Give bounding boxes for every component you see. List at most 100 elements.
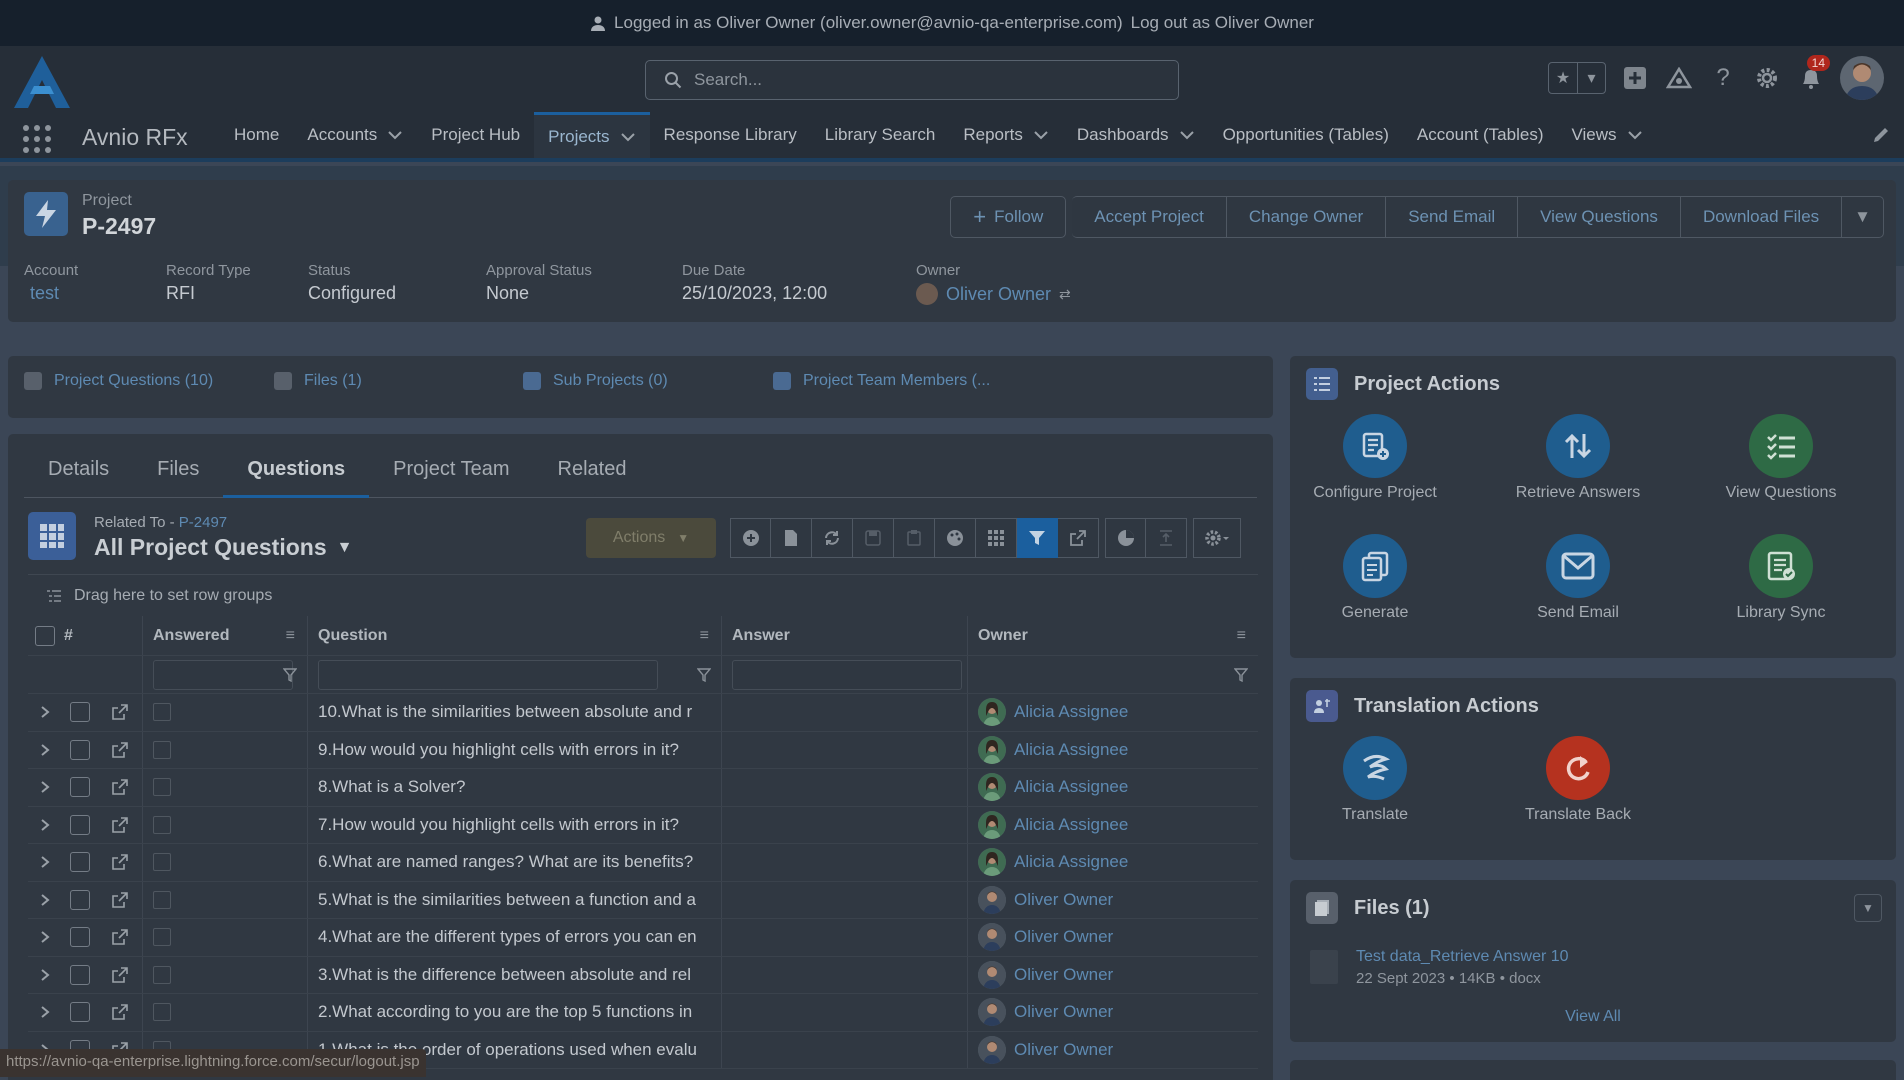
translate-icon[interactable] [1343, 736, 1407, 800]
configure-icon[interactable] [1343, 414, 1407, 478]
add-icon[interactable] [1620, 63, 1650, 93]
expand-row-chevron-icon[interactable] [28, 994, 62, 1031]
row-checkbox[interactable] [70, 889, 90, 910]
field-value[interactable]: test [24, 283, 166, 304]
owner-link[interactable]: Alicia Assignee [1014, 740, 1128, 760]
open-record-icon[interactable] [98, 844, 142, 881]
action-library-sync[interactable]: Library Sync [1696, 534, 1866, 622]
open-record-icon[interactable] [98, 807, 142, 844]
question-cell[interactable]: 10.What is the similarities between abso… [307, 694, 721, 731]
question-cell[interactable]: 5.What is the similarities between a fun… [307, 881, 721, 918]
question-filter-input[interactable] [318, 659, 658, 690]
gear-icon[interactable] [1752, 63, 1782, 93]
table-row[interactable]: 7.How would you highlight cells with err… [28, 806, 1258, 844]
owner-link[interactable]: Alicia Assignee [1014, 852, 1128, 872]
file-link[interactable]: Test data_Retrieve Answer 10 [1356, 948, 1569, 966]
answered-filter-input[interactable] [153, 659, 293, 690]
field-value[interactable]: Oliver Owner ⇄ [916, 283, 1116, 305]
actions-button[interactable]: Actions ▼ [586, 518, 716, 558]
more-actions-chevron-icon[interactable]: ▼ [1842, 196, 1884, 238]
question-cell[interactable]: 9.How would you highlight cells with err… [307, 731, 721, 768]
answer-cell[interactable] [721, 844, 967, 881]
action-translate[interactable]: Translate [1290, 736, 1460, 824]
answer-cell[interactable] [721, 994, 967, 1031]
chevron-down-icon[interactable] [620, 132, 636, 142]
table-row[interactable]: 4.What are the different types of errors… [28, 919, 1258, 957]
nav-item-accounts[interactable]: Accounts [293, 112, 417, 158]
column-header-answered[interactable]: Answered ≡ [142, 616, 307, 655]
chevron-down-icon[interactable] [1033, 130, 1049, 140]
owner-link[interactable]: Oliver Owner [1014, 927, 1113, 947]
answered-checkbox[interactable] [153, 740, 171, 759]
row-checkbox[interactable] [70, 777, 90, 798]
logout-link[interactable]: Log out as Oliver Owner [1131, 13, 1314, 33]
column-header-answer[interactable]: Answer [721, 616, 967, 655]
column-header-owner[interactable]: Owner ≡ [967, 616, 1258, 655]
view-all-link[interactable]: View All [1290, 1008, 1896, 1026]
chevron-down-icon[interactable] [387, 130, 403, 140]
tab-questions[interactable]: Questions [223, 454, 370, 498]
answer-cell[interactable] [721, 1031, 967, 1068]
answer-filter-input[interactable] [732, 659, 962, 690]
open-record-icon[interactable] [98, 882, 142, 919]
action-generate[interactable]: Generate [1290, 534, 1460, 622]
answered-checkbox[interactable] [153, 853, 171, 872]
app-launcher-icon[interactable] [22, 124, 52, 154]
palette-icon[interactable] [935, 518, 976, 558]
help-icon[interactable]: ? [1708, 63, 1738, 93]
row-group-dropzone[interactable]: Drag here to set row groups [28, 574, 1258, 616]
answered-checkbox[interactable] [153, 778, 171, 797]
action-retrieve-answers[interactable]: Retrieve Answers [1493, 414, 1663, 502]
owner-link[interactable]: Oliver Owner [1014, 890, 1113, 910]
settings-gear-icon[interactable] [1193, 518, 1241, 558]
expand-row-chevron-icon[interactable] [28, 769, 62, 806]
copy-icon[interactable] [1343, 534, 1407, 598]
favorites-button[interactable]: ★ ▾ [1548, 62, 1606, 94]
refresh-icon[interactable] [812, 518, 853, 558]
open-record-icon[interactable] [98, 732, 142, 769]
answered-checkbox[interactable] [153, 703, 171, 722]
table-row[interactable]: 2.What according to you are the top 5 fu… [28, 994, 1258, 1032]
row-checkbox[interactable] [70, 702, 90, 723]
table-row[interactable]: 6.What are named ranges? What are its be… [28, 844, 1258, 882]
answer-cell[interactable] [721, 919, 967, 956]
expand-row-chevron-icon[interactable] [28, 882, 62, 919]
owner-link[interactable]: Oliver Owner [1014, 1040, 1113, 1060]
action-view-questions[interactable]: View Questions [1696, 414, 1866, 502]
answer-cell[interactable] [721, 769, 967, 806]
user-avatar[interactable] [1840, 56, 1884, 100]
chart-pie-icon[interactable] [1105, 518, 1146, 558]
owner-link[interactable]: Oliver Owner [1014, 1002, 1113, 1022]
row-checkbox[interactable] [70, 927, 90, 948]
filter-funnel-icon[interactable] [697, 667, 711, 682]
table-row[interactable]: 10.What is the similarities between abso… [28, 694, 1258, 732]
quicklink-files[interactable]: Files (1) [274, 372, 362, 390]
quicklink-project-questions[interactable]: Project Questions (10) [24, 372, 213, 390]
open-record-icon[interactable] [98, 694, 142, 731]
listview-selector[interactable]: All Project Questions ▼ [94, 534, 352, 561]
nav-item-response-library[interactable]: Response Library [650, 112, 811, 158]
notifications-bell-icon[interactable]: 14 [1796, 55, 1830, 93]
row-checkbox[interactable] [70, 964, 90, 985]
mail-icon[interactable] [1546, 534, 1610, 598]
expand-row-chevron-icon[interactable] [28, 694, 62, 731]
retrieve-icon[interactable] [1546, 414, 1610, 478]
filter-icon[interactable] [1017, 518, 1058, 558]
filter-funnel-icon[interactable] [1234, 667, 1248, 682]
quicklink-team-members[interactable]: Project Team Members (... [773, 372, 990, 390]
nav-item-project-hub[interactable]: Project Hub [417, 112, 534, 158]
answer-cell[interactable] [721, 956, 967, 993]
question-cell[interactable]: 3.What is the difference between absolut… [307, 956, 721, 993]
owner-link[interactable]: Alicia Assignee [1014, 815, 1128, 835]
question-cell[interactable]: 8.What is a Solver? [307, 769, 721, 806]
answered-checkbox[interactable] [153, 815, 171, 834]
follow-button[interactable]: + Follow [950, 196, 1067, 238]
send-email-button[interactable]: Send Email [1386, 196, 1519, 238]
action-configure-project[interactable]: Configure Project [1290, 414, 1460, 502]
column-menu-icon[interactable]: ≡ [700, 627, 709, 645]
nav-item-account-tables[interactable]: Account (Tables) [1403, 112, 1558, 158]
table-row[interactable]: 3.What is the difference between absolut… [28, 956, 1258, 994]
nav-item-library-search[interactable]: Library Search [811, 112, 950, 158]
open-record-icon[interactable] [98, 919, 142, 956]
global-search[interactable] [645, 60, 1179, 100]
